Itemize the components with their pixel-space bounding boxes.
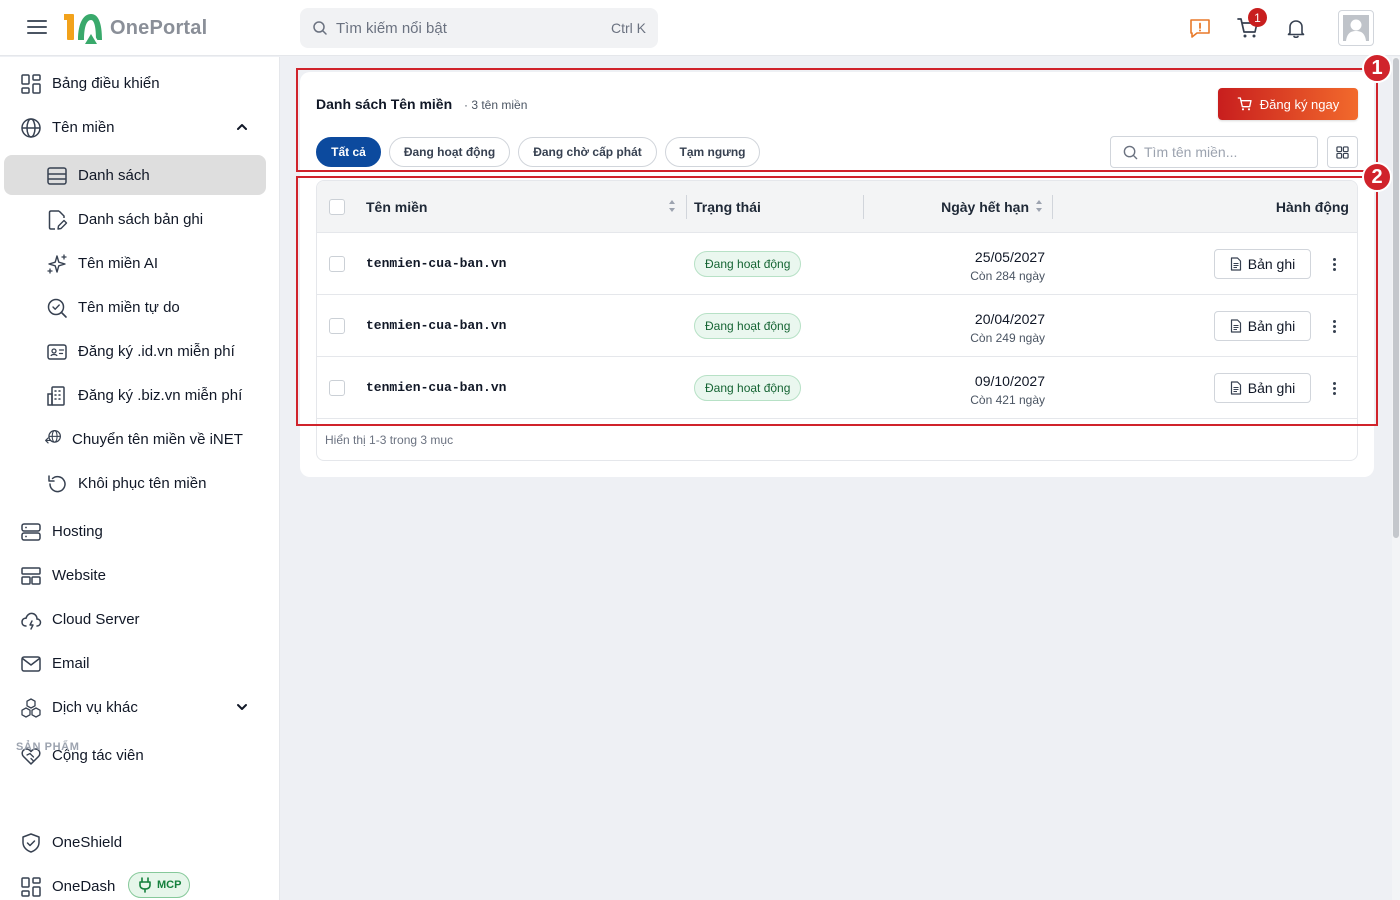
id-card-icon: [47, 344, 67, 360]
sidebar-item-dashboard[interactable]: Bảng điều khiển: [0, 63, 280, 103]
app-name: OnePortal: [110, 16, 208, 39]
feedback-icon[interactable]: [1188, 16, 1212, 40]
chevron-down-icon[interactable]: [236, 701, 248, 713]
sidebar-item-other-services[interactable]: Dịch vụ khác: [0, 687, 280, 727]
sidebar-item-domain-list[interactable]: Danh sách: [4, 155, 266, 195]
mcp-label: MCP: [157, 879, 182, 891]
sidebar-item-label: Bảng điều khiển: [52, 74, 160, 92]
globe-icon: [21, 118, 41, 138]
annotation-box-2: [296, 176, 1378, 426]
sidebar-item-label: Email: [52, 654, 90, 672]
sidebar-item-label: Cloud Server: [52, 610, 140, 628]
search-shortcut: Ctrl K: [611, 20, 646, 36]
annotation-box-1: [296, 68, 1378, 172]
sidebar-item-label: OneDash: [52, 877, 116, 895]
website-layout-icon: [21, 567, 41, 585]
annotation-badge-1: 1: [1362, 53, 1392, 83]
sidebar-item-label: Chuyển tên miền về iNET: [72, 430, 243, 448]
dashboard-grid-icon: [21, 877, 41, 897]
sidebar-item-restore-domain[interactable]: Khôi phục tên miền: [0, 463, 280, 503]
sidebar-item-label: Danh sách: [78, 166, 150, 184]
building-icon: [47, 386, 65, 406]
cart-count-badge: 1: [1248, 8, 1267, 27]
top-bar: OnePortal Tìm kiếm nổi bật Ctrl K 1: [0, 0, 1400, 56]
plug-icon: [139, 877, 151, 893]
mcp-badge: MCP: [128, 872, 190, 898]
sidebar-item-register-id-vn[interactable]: Đăng ký .id.vn miễn phí: [0, 331, 280, 371]
file-edit-icon: [48, 210, 68, 230]
sidebar-item-label: Đăng ký .biz.vn miễn phí: [78, 386, 243, 404]
sidebar-item-label: Dịch vụ khác: [52, 698, 138, 716]
sidebar-item-label: Hosting: [52, 522, 103, 540]
dashboard-grid-icon: [21, 74, 41, 94]
search-check-icon: [47, 298, 67, 318]
sidebar-item-transfer-domain[interactable]: Chuyển tên miền về iNET: [0, 419, 280, 459]
page-scrollbar-thumb[interactable]: [1393, 58, 1399, 538]
sidebar-item-label: Khôi phục tên miền: [78, 474, 207, 492]
sidebar-item-label: Tên miền tự do: [78, 298, 180, 316]
logo[interactable]: OnePortal: [64, 10, 207, 46]
sidebar-item-hosting[interactable]: Hosting: [0, 511, 280, 551]
boxes-icon: [21, 698, 41, 718]
list-table-icon: [47, 167, 67, 185]
restore-icon: [48, 475, 66, 493]
sidebar-item-label: Website: [52, 566, 106, 584]
sparkles-icon: [47, 254, 67, 274]
mail-icon: [21, 656, 41, 672]
sidebar-item-oneshield[interactable]: OneShield: [0, 822, 280, 862]
user-avatar[interactable]: [1338, 10, 1374, 46]
sidebar-item-label: Tên miền: [52, 118, 115, 136]
sidebar-item-email[interactable]: Email: [0, 643, 280, 683]
sidebar-item-record-list[interactable]: Danh sách bản ghi: [0, 199, 280, 239]
shield-check-icon: [22, 833, 40, 853]
menu-icon[interactable]: [27, 20, 47, 36]
search-icon: [313, 21, 327, 35]
sidebar-item-register-biz-vn[interactable]: Đăng ký .biz.vn miễn phí: [0, 375, 280, 415]
user-avatar-icon: [1343, 15, 1369, 41]
sidebar-item-domains[interactable]: Tên miền: [0, 107, 280, 147]
sidebar-section-products: SẢN PHẨM: [16, 741, 80, 753]
sidebar-item-cloud-server[interactable]: Cloud Server: [0, 599, 280, 639]
cloud-icon: [21, 612, 42, 630]
server-icon: [21, 523, 41, 541]
sidebar-item-label: Tên miền AI: [78, 254, 159, 272]
search-placeholder: Tìm kiếm nổi bật: [336, 19, 447, 37]
sidebar-item-website[interactable]: Website: [0, 555, 280, 595]
oneportal-logo-icon: [64, 14, 102, 44]
sidebar-item-ai-domain[interactable]: Tên miền AI: [0, 243, 280, 283]
global-search-input[interactable]: Tìm kiếm nổi bật Ctrl K: [300, 8, 658, 48]
sidebar-item-free-domain[interactable]: Tên miền tự do: [0, 287, 280, 327]
chevron-up-icon[interactable]: [236, 121, 248, 133]
sidebar-item-label: Đăng ký .id.vn miễn phí: [78, 342, 235, 360]
sidebar-item-label: Danh sách bản ghi: [78, 210, 204, 228]
sidebar-item-label: OneShield: [52, 833, 123, 851]
transfer-globe-icon: [45, 430, 61, 444]
pagination-info: Hiển thị 1-3 trong 3 mục: [325, 433, 454, 447]
annotation-badge-2: 2: [1362, 162, 1392, 192]
bell-icon[interactable]: [1284, 16, 1308, 40]
